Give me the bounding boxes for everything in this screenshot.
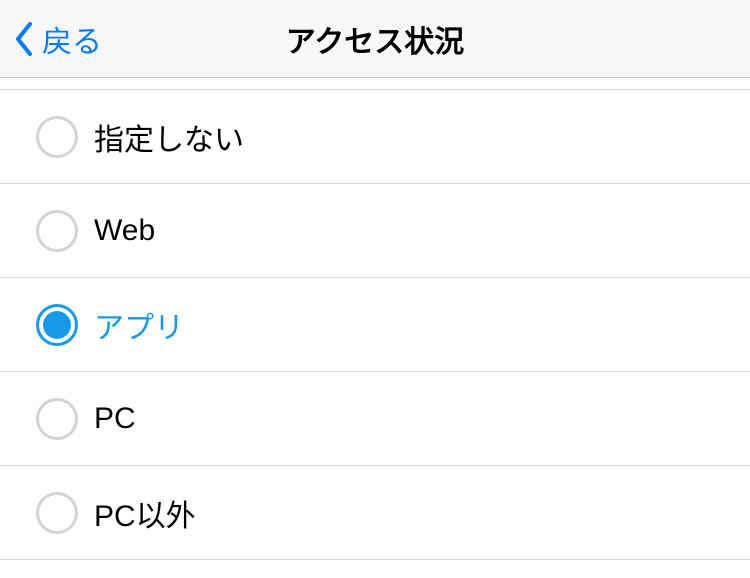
option-item-2[interactable]: アプリ bbox=[0, 278, 750, 372]
options-list: 指定しない Web アプリ PC PC以外 bbox=[0, 78, 750, 560]
option-label: PC以外 bbox=[94, 491, 196, 535]
option-item-3[interactable]: PC bbox=[0, 372, 750, 466]
list-spacer bbox=[0, 78, 750, 90]
radio-icon bbox=[36, 210, 78, 252]
checkmark-icon bbox=[47, 315, 67, 335]
option-item-1[interactable]: Web bbox=[0, 184, 750, 278]
option-item-0[interactable]: 指定しない bbox=[0, 90, 750, 184]
chevron-left-icon bbox=[14, 21, 34, 57]
radio-icon bbox=[36, 398, 78, 440]
back-button[interactable]: 戻る bbox=[0, 17, 102, 61]
back-label: 戻る bbox=[42, 17, 102, 61]
option-item-4[interactable]: PC以外 bbox=[0, 466, 750, 560]
radio-icon bbox=[36, 116, 78, 158]
radio-checked-icon bbox=[36, 304, 78, 346]
header: 戻る アクセス状況 bbox=[0, 0, 750, 78]
radio-icon bbox=[36, 492, 78, 534]
option-label: アプリ bbox=[94, 303, 184, 347]
option-label: PC bbox=[94, 402, 136, 436]
option-label: Web bbox=[94, 214, 155, 248]
page-title: アクセス状況 bbox=[286, 17, 465, 61]
option-label: 指定しない bbox=[94, 115, 244, 159]
